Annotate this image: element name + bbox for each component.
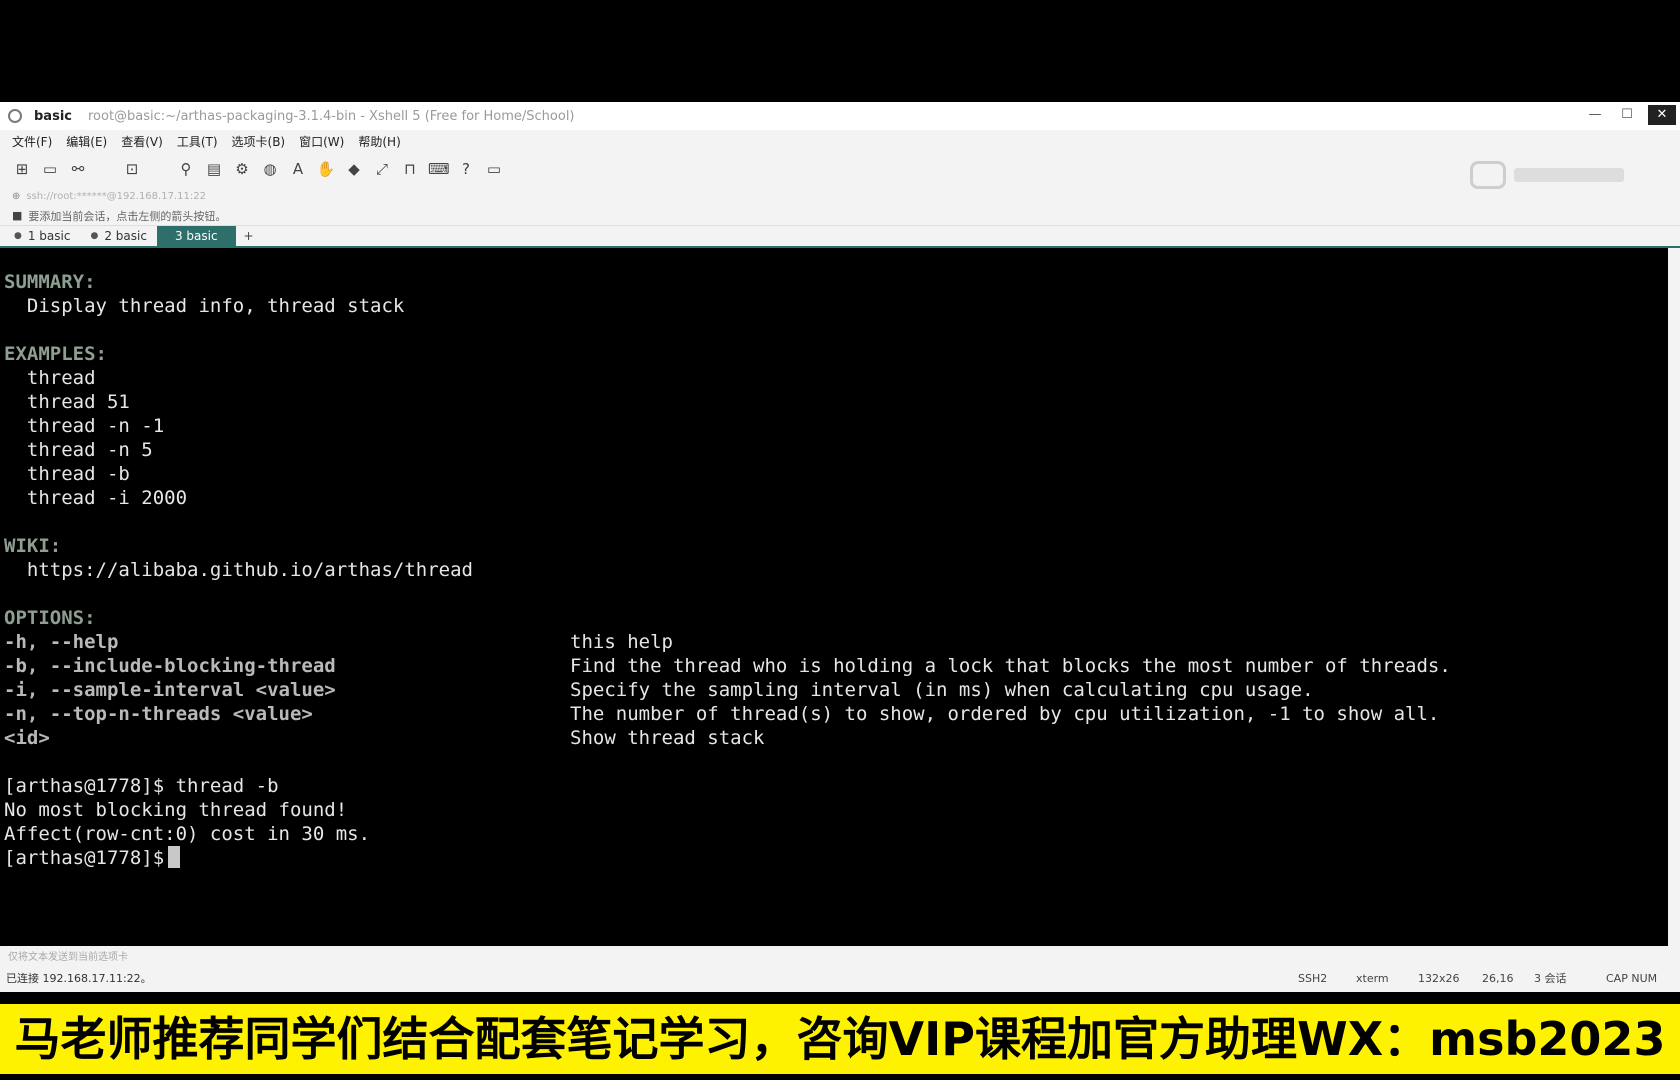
promo-banner-text: 马老师推荐同学们结合配套笔记学习，咨询VIP课程加官方助理WX：msb2023	[0, 1004, 1680, 1074]
menu-edit[interactable]: 编辑(E)	[66, 133, 107, 150]
menu-tools[interactable]: 工具(T)	[177, 133, 218, 150]
option-description: Show thread stack	[570, 727, 765, 749]
promo-banner: 马老师推荐同学们结合配套笔记学习，咨询VIP课程加官方助理WX：msb2023	[0, 992, 1680, 1080]
maximize-button[interactable]: ☐	[1614, 105, 1640, 125]
example-line: thread -b	[4, 463, 130, 485]
help-icon[interactable]: ?	[456, 159, 476, 179]
example-line: thread -n 5	[4, 439, 153, 461]
protocol-status: SSH2	[1298, 971, 1328, 985]
option-description: The number of thread(s) to show, ordered…	[570, 703, 1440, 725]
tab-status-icon: ●	[90, 231, 99, 241]
hint-text: 要添加当前会话，点击左侧的箭头按钮。	[28, 209, 227, 223]
example-line: thread	[4, 367, 96, 389]
tab-label: 2 basic	[104, 229, 147, 243]
chat-icon[interactable]: ▭	[484, 159, 504, 179]
menu-bar: 文件(F) 编辑(E) 查看(V) 工具(T) 选项卡(B) 窗口(W) 帮助(…	[0, 130, 1680, 152]
terminal-scrollbar[interactable]	[1668, 248, 1680, 946]
address-icon: ⊕	[12, 190, 21, 202]
arrow-icon[interactable]: ■	[12, 209, 22, 222]
reconnect-icon[interactable]: ⚯	[68, 159, 88, 179]
logo-text	[1514, 168, 1624, 182]
option-description: Specify the sampling interval (in ms) wh…	[570, 679, 1314, 701]
summary-header: SUMMARY:	[4, 271, 96, 293]
lock-icon[interactable]: ⊓	[400, 159, 420, 179]
keyboard-icon[interactable]: ⌨	[428, 159, 450, 179]
example-line: thread -n -1	[4, 415, 165, 437]
prompt-line[interactable]: [arthas@1778]$	[4, 846, 181, 870]
text-cursor	[168, 846, 181, 868]
tab-status-icon: ●	[14, 231, 22, 241]
terminal-type: xterm	[1356, 971, 1389, 985]
status-bar: 已连接 192.168.17.11:22。 SSH2 xterm 132x26 …	[0, 966, 1680, 990]
search-icon[interactable]: ⚲	[176, 159, 196, 179]
option-flag: <id>	[4, 727, 50, 749]
connection-status: 已连接 192.168.17.11:22。	[6, 972, 152, 985]
session-name: basic	[34, 108, 72, 124]
terminal-size: 132x26	[1418, 971, 1460, 985]
tab-label: 3 basic	[174, 229, 218, 243]
options-header: OPTIONS:	[4, 607, 96, 629]
new-session-icon[interactable]: ⊞	[12, 159, 32, 179]
result-line: No most blocking thread found!	[4, 799, 348, 821]
session-hint-bar: ■ 要添加当前会话，点击左侧的箭头按钮。	[0, 206, 1680, 226]
xftp-icon[interactable]: ◆	[344, 159, 364, 179]
menu-help[interactable]: 帮助(H)	[358, 133, 400, 150]
option-description: this help	[570, 631, 673, 653]
option-flag: -h, --help	[4, 631, 119, 653]
top-black-margin	[0, 0, 1680, 102]
properties-icon[interactable]: ⊡	[122, 159, 142, 179]
option-flag: -b, --include-blocking-thread	[4, 655, 336, 677]
font-icon[interactable]: A	[288, 159, 308, 179]
title-bar[interactable]: basic root@basic:~/arthas-packaging-3.1.…	[0, 102, 1680, 130]
tab-2-basic[interactable]: ● 2 basic	[80, 226, 156, 246]
address-bar[interactable]: ⊕ ssh://root:******@192.168.17.11:22	[0, 186, 1680, 206]
wiki-header: WIKI:	[4, 535, 62, 557]
terminal-screen[interactable]: SUMMARY: Display thread info, thread sta…	[0, 248, 1680, 946]
cursor-position: 26,16	[1482, 971, 1514, 985]
menu-tabs[interactable]: 选项卡(B)	[232, 133, 286, 150]
minimize-button[interactable]: —	[1582, 105, 1608, 125]
tab-label: 1 basic	[27, 229, 71, 243]
menu-file[interactable]: 文件(F)	[12, 133, 52, 150]
command-line: [arthas@1778]$ thread -b	[4, 775, 279, 797]
tab-3-basic[interactable]: 3 basic	[156, 226, 236, 246]
add-tab-button[interactable]: +	[236, 226, 262, 246]
address-text[interactable]: ssh://root:******@192.168.17.11:22	[26, 191, 206, 202]
menu-view[interactable]: 查看(V)	[121, 133, 163, 150]
close-button[interactable]: ✕	[1648, 105, 1676, 125]
option-flag: -i, --sample-interval <value>	[4, 679, 336, 701]
option-description: Find the thread who is holding a lock th…	[570, 655, 1451, 677]
wiki-url: https://alibaba.github.io/arthas/thread	[4, 559, 473, 581]
script-icon[interactable]: ✋	[316, 159, 336, 179]
compose-bar[interactable]: 仅将文本发送到当前选项卡	[0, 944, 1680, 966]
transfer-icon[interactable]: ⚙	[232, 159, 252, 179]
option-flag: -n, --top-n-threads <value>	[4, 703, 313, 725]
window-title: root@basic:~/arthas-packaging-3.1.4-bin …	[87, 108, 575, 124]
globe-icon[interactable]: ◍	[260, 159, 280, 179]
logo-mark-icon	[1470, 161, 1506, 189]
session-tab-bar: ● 1 basic ● 2 basic 3 basic +	[0, 226, 1680, 248]
shell-prompt: [arthas@1778]$	[4, 847, 165, 869]
compose-hint: 仅将文本发送到当前选项卡	[8, 951, 128, 963]
summary-text: Display thread info, thread stack	[4, 295, 405, 317]
menu-window[interactable]: 窗口(W)	[299, 133, 344, 150]
fullscreen-icon[interactable]: ⤢	[372, 159, 392, 179]
session-count: 3 会话	[1534, 972, 1567, 985]
open-folder-icon[interactable]: ▭	[40, 159, 60, 179]
example-line: thread 51	[4, 391, 130, 413]
affect-line: Affect(row-cnt:0) cost in 30 ms.	[4, 823, 371, 845]
keyboard-lock-status: CAP NUM	[1606, 971, 1658, 985]
xshell-app-icon	[8, 109, 22, 123]
toolbar: ⊞ ▭ ⚯ ⊡ ⚲ ▤ ⚙ ◍ A ✋ ◆ ⤢ ⊓ ⌨ ? ▭	[0, 152, 1680, 186]
tab-1-basic[interactable]: ● 1 basic	[4, 226, 80, 246]
print-icon[interactable]: ▤	[204, 159, 224, 179]
example-line: thread -i 2000	[4, 487, 188, 509]
examples-header: EXAMPLES:	[4, 343, 107, 365]
